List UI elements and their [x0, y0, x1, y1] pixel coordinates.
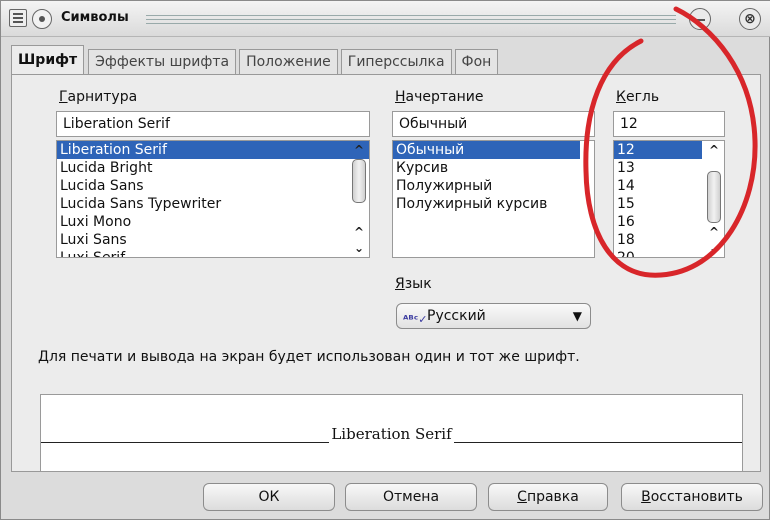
style-input[interactable]: Обычный [392, 111, 595, 137]
scroll-up-icon[interactable]: ^ [706, 143, 722, 157]
font-family-label: Гарнитура [59, 89, 138, 105]
scroll-thumb[interactable] [707, 171, 721, 223]
spellcheck-icon: ᴬᴮᶜ✓ [403, 313, 428, 326]
scroll-down-icon[interactable]: ⌄ [706, 241, 722, 255]
preview-text: Liberation Serif [329, 425, 454, 443]
list-item[interactable]: Полужирный курсив [393, 195, 594, 213]
list-item[interactable]: Lucida Sans [57, 177, 369, 195]
font-family-input[interactable]: Liberation Serif [56, 111, 370, 137]
window-menu-icon[interactable] [32, 9, 52, 29]
size-input[interactable]: 12 [613, 111, 725, 137]
minimize-icon[interactable] [689, 8, 711, 30]
app-icon [9, 9, 27, 27]
language-value: Русский [427, 308, 486, 324]
font-preview: Liberation Serif [40, 394, 743, 472]
scroll-up-small-icon[interactable]: ^ [706, 225, 722, 239]
title-bar[interactable]: Символы ⊗ [1, 1, 770, 37]
list-item[interactable]: Курсив [393, 159, 594, 177]
reset-label: осстановить [650, 489, 743, 505]
chevron-down-icon: ▼ [572, 309, 582, 323]
help-button[interactable]: Справка [488, 483, 608, 511]
tab-bar: Шрифт Эффекты шрифта Положение Гиперссыл… [11, 45, 501, 75]
help-label: правка [526, 489, 579, 505]
window-title: Символы [61, 10, 129, 25]
language-label: Язык [395, 276, 432, 292]
size-label: Кегль [616, 89, 660, 105]
font-family-scrollbar[interactable]: ^ ^ ⌄ [351, 143, 367, 255]
preview-text-wrap: Liberation Serif [41, 425, 742, 443]
list-item[interactable]: Обычный [393, 141, 580, 159]
reset-button[interactable]: Восстановить [621, 483, 763, 511]
scroll-up-icon[interactable]: ^ [351, 143, 367, 157]
size-scrollbar[interactable]: ^ ^ ⌄ [706, 143, 722, 255]
tab-background[interactable]: Фон [454, 49, 499, 75]
tab-hyperlink[interactable]: Гиперссылка [340, 49, 452, 75]
close-icon[interactable]: ⊗ [739, 8, 761, 30]
list-item[interactable]: Luxi Mono [57, 213, 369, 231]
list-item[interactable]: 12 [614, 141, 702, 159]
scroll-up-small-icon[interactable]: ^ [351, 225, 367, 239]
cancel-button[interactable]: Отмена [345, 483, 477, 511]
character-dialog: Символы ⊗ Шрифт Эффекты шрифта Положение… [0, 0, 770, 520]
tab-position[interactable]: Положение [239, 49, 338, 75]
list-item[interactable]: Lucida Sans Typewriter [57, 195, 369, 213]
style-label: Начертание [395, 89, 484, 105]
info-text: Для печати и вывода на экран будет испол… [38, 349, 580, 365]
font-family-list[interactable]: Liberation Serif Lucida Bright Lucida Sa… [56, 140, 370, 258]
tab-font-effects[interactable]: Эффекты шрифта [88, 49, 237, 75]
tab-font[interactable]: Шрифт [11, 45, 85, 75]
scroll-down-icon[interactable]: ⌄ [351, 241, 367, 255]
reset-accel: В [641, 489, 651, 505]
list-item[interactable]: Luxi Sans [57, 231, 369, 249]
title-bar-decoration [146, 15, 676, 24]
language-select[interactable]: ᴬᴮᶜ✓ Русский ▼ [396, 303, 591, 329]
list-item[interactable]: Полужирный [393, 177, 594, 195]
list-item[interactable]: Luxi Serif [57, 249, 369, 257]
list-item[interactable]: Liberation Serif [57, 141, 369, 159]
size-list[interactable]: 12 13 14 15 16 18 20 ^ ^ ⌄ [613, 140, 725, 258]
style-list[interactable]: Обычный Курсив Полужирный Полужирный кур… [392, 140, 595, 258]
ok-button[interactable]: ОК [203, 483, 335, 511]
list-item[interactable]: Lucida Bright [57, 159, 369, 177]
help-accel: С [517, 489, 527, 505]
scroll-thumb[interactable] [352, 159, 366, 203]
